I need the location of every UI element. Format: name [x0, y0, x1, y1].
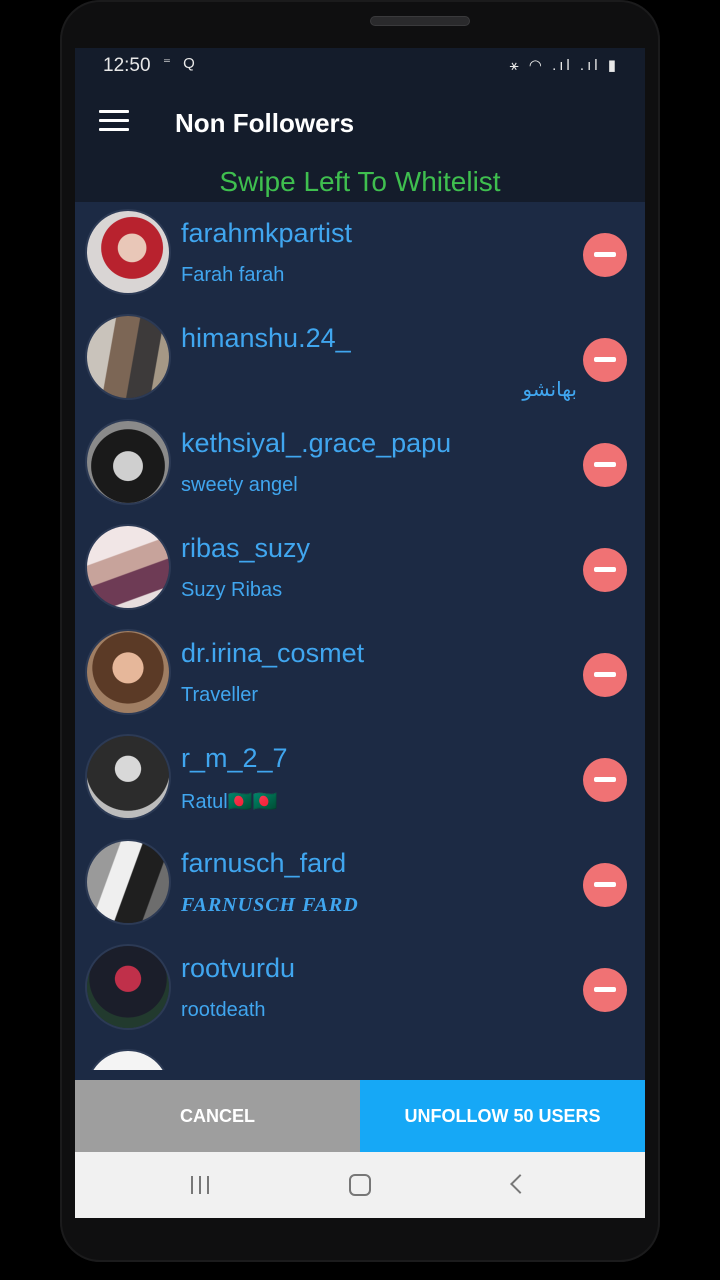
username[interactable]: r_m_2_7: [181, 743, 288, 774]
status-bar: 12:50 ⁼ Q ⚹ ◠ .ıl .ıl ▮: [75, 48, 645, 82]
hamburger-menu-icon[interactable]: [99, 110, 129, 132]
system-status-icons: ⚹ ◠ .ıl .ıl ▮: [509, 57, 619, 74]
remove-user-button[interactable]: [583, 338, 627, 382]
list-item[interactable]: dr.irina_cosmet Traveller: [75, 622, 645, 727]
notification-icons: ⁼ Q: [163, 55, 199, 72]
display-name: rootdeath: [181, 999, 266, 1021]
username[interactable]: ribas_suzy: [181, 533, 310, 564]
avatar: [85, 1049, 171, 1070]
list-item[interactable]: r_m_2_7 Ratul🇧🇩🇧🇩: [75, 727, 645, 832]
system-nav-bar: [75, 1152, 645, 1218]
list-item[interactable]: himanshu.24_ بھانشو: [75, 307, 645, 412]
list-item[interactable]: farahmkpartist Farah farah: [75, 202, 645, 307]
display-name: FARNUSCH FARD: [181, 894, 359, 916]
username[interactable]: himanshu.24_: [181, 323, 351, 354]
avatar: [85, 419, 171, 505]
swipe-hint-banner: Swipe Left To Whitelist: [75, 162, 645, 202]
remove-user-button[interactable]: [583, 968, 627, 1012]
username[interactable]: farahmkpartist: [181, 218, 352, 249]
display-name: Traveller: [181, 684, 259, 706]
home-icon[interactable]: [349, 1174, 371, 1196]
remove-user-button[interactable]: [583, 758, 627, 802]
avatar: [85, 734, 171, 820]
remove-user-button[interactable]: [583, 653, 627, 697]
list-item-partial[interactable]: [75, 1042, 645, 1070]
speaker-grille: [370, 16, 470, 26]
recents-icon[interactable]: [191, 1176, 211, 1194]
cancel-button[interactable]: CANCEL: [75, 1080, 360, 1152]
avatar: [85, 629, 171, 715]
non-followers-list[interactable]: farahmkpartist Farah farah himanshu.24_ …: [75, 202, 645, 1070]
avatar: [85, 524, 171, 610]
remove-user-button[interactable]: [583, 863, 627, 907]
page-title: Non Followers: [175, 108, 355, 138]
display-name: Farah farah: [181, 264, 285, 286]
username[interactable]: rootvurdu: [181, 953, 295, 984]
avatar: [85, 839, 171, 925]
avatar: [85, 314, 171, 400]
unfollow-users-button[interactable]: UNFOLLOW 50 USERS: [360, 1080, 645, 1152]
remove-user-button[interactable]: [583, 443, 627, 487]
list-item[interactable]: kethsiyal_.grace_papu sweety angel: [75, 412, 645, 517]
username[interactable]: kethsiyal_.grace_papu: [181, 428, 451, 459]
username[interactable]: dr.irina_cosmet: [181, 638, 364, 669]
remove-user-button[interactable]: [583, 548, 627, 592]
back-icon[interactable]: [510, 1174, 530, 1194]
list-item[interactable]: ribas_suzy Suzy Ribas: [75, 517, 645, 622]
display-name: Suzy Ribas: [181, 579, 283, 601]
username[interactable]: farnusch_fard: [181, 848, 346, 879]
remove-user-button[interactable]: [583, 233, 627, 277]
list-item[interactable]: rootvurdu rootdeath: [75, 937, 645, 1042]
display-name: Ratul🇧🇩🇧🇩: [181, 791, 278, 813]
action-button-row: CANCEL UNFOLLOW 50 USERS: [75, 1080, 645, 1152]
display-name: sweety angel: [181, 474, 298, 496]
status-time: 12:50: [103, 55, 151, 76]
avatar: [85, 944, 171, 1030]
display-name: بھانشو: [522, 379, 577, 401]
avatar: [85, 209, 171, 295]
list-item[interactable]: farnusch_fard FARNUSCH FARD: [75, 832, 645, 937]
app-screen: 12:50 ⁼ Q ⚹ ◠ .ıl .ıl ▮ Non Followers Sw…: [75, 48, 645, 1218]
app-bar: Non Followers: [75, 82, 645, 162]
